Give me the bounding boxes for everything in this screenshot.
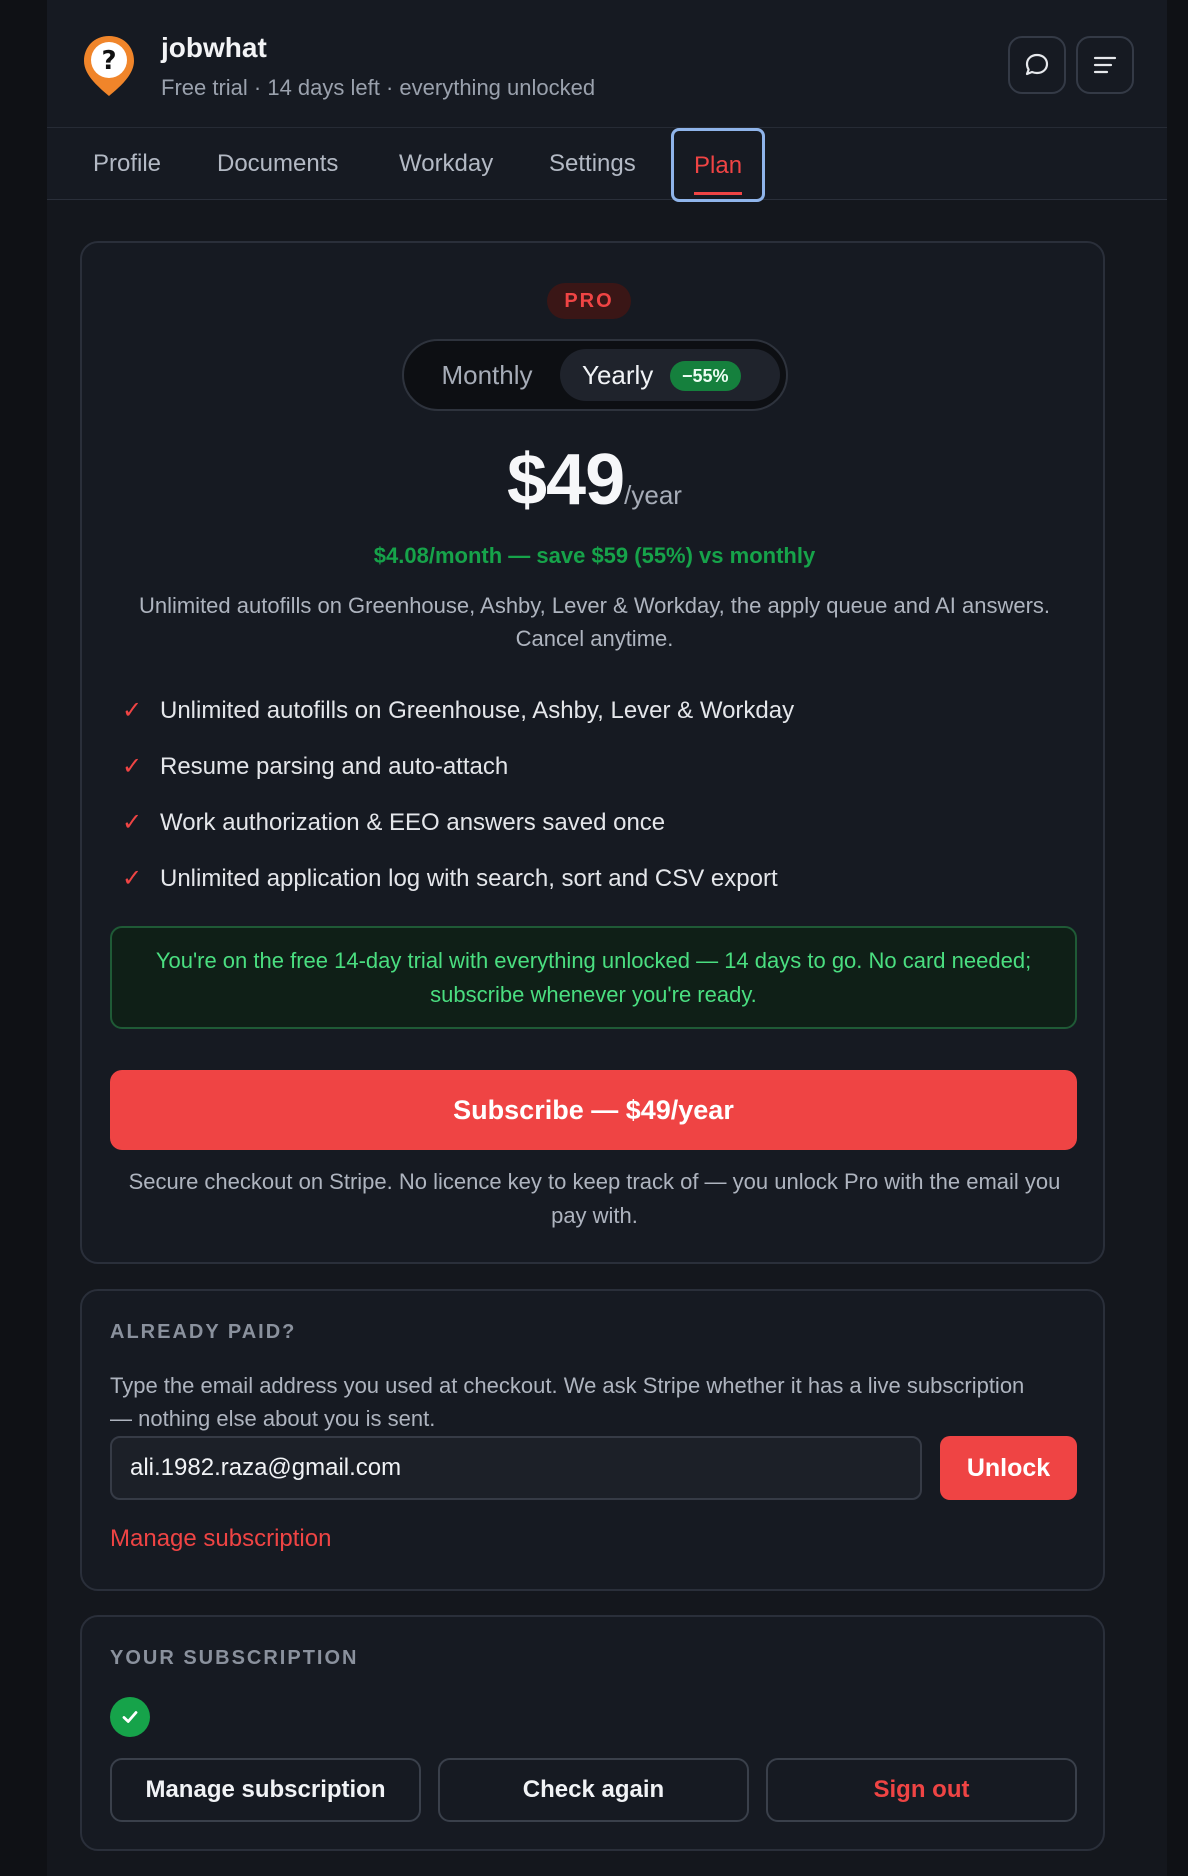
tab-plan[interactable]: Plan: [671, 128, 766, 202]
toggle-yearly[interactable]: Yearly −55%: [560, 349, 780, 401]
trial-notice: You're on the free 14-day trial with eve…: [110, 926, 1077, 1029]
app-header: ? jobwhat Free trial · 14 days left · ev…: [47, 0, 1167, 128]
question-pin-logo: ?: [81, 34, 137, 98]
savings-text: $4.08/month — save $59 (55%) vs monthly: [373, 543, 816, 568]
tab-bar: Profile Documents Workday Settings Plan: [47, 128, 1167, 202]
tab-profile[interactable]: Profile: [93, 128, 161, 200]
tab-workday[interactable]: Workday: [399, 128, 493, 200]
sign-out-button[interactable]: Sign out: [766, 1758, 1077, 1822]
checkmark-icon: ✓: [122, 753, 143, 780]
tab-documents[interactable]: Documents: [217, 128, 338, 200]
check-again-button[interactable]: Check again: [438, 1758, 749, 1822]
plan-description: Unlimited autofills on Greenhouse, Ashby…: [138, 593, 1051, 651]
checkmark-icon: ✓: [122, 697, 143, 724]
tab-settings[interactable]: Settings: [549, 128, 636, 200]
check-circle-icon: [110, 1697, 150, 1737]
discount-badge: −55%: [670, 361, 741, 391]
app-name: jobwhat: [161, 32, 267, 63]
feature-item: ✓ Resume parsing and auto-attach: [118, 747, 1068, 803]
feature-item: ✓ Unlimited autofills on Greenhouse, Ash…: [118, 691, 1068, 747]
checkmark-icon: ✓: [122, 865, 143, 892]
manage-subscription-link[interactable]: Manage subscription: [110, 1525, 331, 1553]
email-input[interactable]: [110, 1436, 922, 1500]
app-window: ? jobwhat Free trial · 14 days left · ev…: [47, 0, 1167, 1876]
already-paid-description: Type the email address you used at check…: [110, 1373, 1025, 1431]
feature-list: ✓ Unlimited autofills on Greenhouse, Ash…: [118, 691, 1068, 915]
pro-plan-card: PRO Monthly Yearly −55% $49/year $4.08/m…: [80, 241, 1105, 1264]
chat-bubble-icon: [1025, 53, 1049, 76]
toggle-monthly[interactable]: Monthly: [414, 349, 560, 401]
subscribe-button[interactable]: Subscribe — $49/year: [110, 1070, 1077, 1150]
toggle-yearly-label: Yearly: [582, 360, 654, 390]
feature-label: Resume parsing and auto-attach: [160, 753, 509, 780]
manage-subscription-button[interactable]: Manage subscription: [110, 1758, 421, 1822]
feature-item: ✓ Work authorization & EEO answers saved…: [118, 803, 1068, 859]
menu-lines-icon: [1093, 56, 1117, 74]
checkmark-icon: ✓: [122, 809, 143, 836]
price-display: $49/year: [82, 439, 1107, 521]
menu-button[interactable]: [1076, 36, 1134, 94]
feature-label: Work authorization & EEO answers saved o…: [160, 809, 666, 836]
price-period: /year: [624, 480, 682, 510]
checkout-note: Secure checkout on Stripe. No licence ke…: [128, 1169, 1061, 1228]
svg-text:?: ?: [101, 46, 116, 76]
chat-button[interactable]: [1008, 36, 1066, 94]
trial-status: Free trial · 14 days left · everything u…: [161, 75, 596, 100]
billing-toggle: Monthly Yearly −55%: [402, 339, 788, 411]
section-title: YOUR SUBSCRIPTION: [110, 1647, 359, 1669]
unlock-button[interactable]: Unlock: [940, 1436, 1077, 1500]
already-paid-card: ALREADY PAID? Type the email address you…: [80, 1289, 1105, 1591]
your-subscription-card: YOUR SUBSCRIPTION Manage subscription Ch…: [80, 1615, 1105, 1851]
section-title: ALREADY PAID?: [110, 1321, 297, 1343]
feature-label: Unlimited application log with search, s…: [160, 865, 778, 892]
pro-badge: PRO: [547, 283, 631, 319]
feature-label: Unlimited autofills on Greenhouse, Ashby…: [160, 697, 795, 724]
feature-item: ✓ Unlimited application log with search,…: [118, 859, 1068, 915]
price-amount: $49: [507, 440, 625, 520]
